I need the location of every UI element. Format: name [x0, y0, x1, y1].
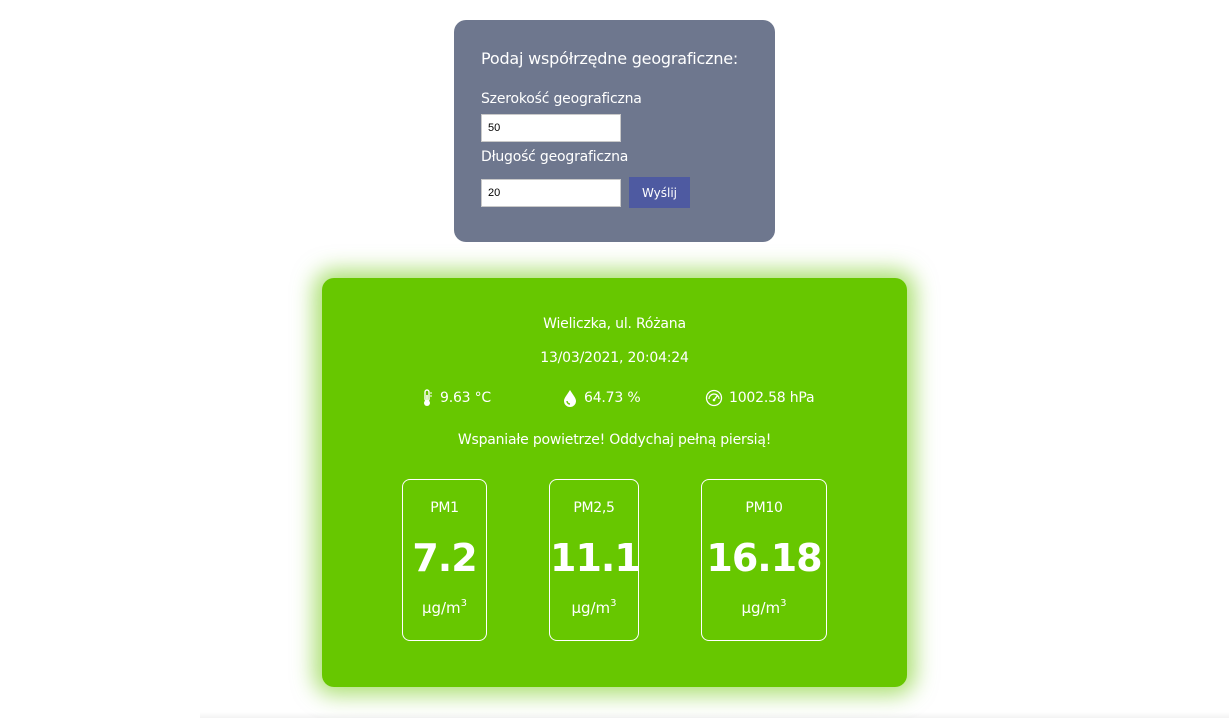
pm1-unit: μg/m3: [403, 598, 486, 618]
coordinates-form: Podaj współrzędne geograficzne: Szerokoś…: [454, 20, 775, 242]
gauge-icon: [705, 389, 723, 407]
pm1-value: 7.2: [412, 536, 477, 580]
pm10-unit: μg/m3: [702, 598, 826, 618]
longitude-label: Długość geograficzna: [481, 149, 629, 165]
air-quality-message: Wspaniałe powietrze! Oddychaj pełną pier…: [457, 432, 772, 448]
droplet-icon: [564, 390, 576, 407]
pm1-unit-base: μg/m: [421, 599, 461, 617]
pressure-value: 1002.58 hPa: [729, 390, 815, 406]
pm1-unit-exponent: 3: [460, 598, 468, 609]
page: Podaj współrzędne geograficzne: Szerokoś…: [0, 0, 1229, 718]
temperature-reading: 9.63 °C: [420, 387, 491, 409]
humidity-reading: 64.73 %: [562, 387, 641, 409]
pm25-card: PM2,5 11.1 μg/m3: [549, 479, 641, 641]
temperature-value: 9.63 °C: [440, 390, 491, 406]
longitude-row: Wyślij: [481, 177, 748, 208]
station-location: Wieliczka, ul. Różana: [543, 316, 686, 332]
measurement-datetime: 13/03/2021, 20:04:24: [540, 350, 689, 366]
pm25-value: 11.1: [550, 536, 641, 580]
pm25-unit-base: μg/m: [571, 599, 611, 617]
air-quality-panel: Wieliczka, ul. Różana 13/03/2021, 20:04:…: [322, 278, 907, 687]
pm10-label: PM10: [745, 500, 783, 516]
pm1-card: PM1 7.2 μg/m3: [402, 479, 487, 641]
pm10-card: PM10 16.18 μg/m3: [701, 479, 827, 641]
weather-readings: 9.63 °C 64.73 % 1002.58 hPa: [322, 387, 907, 409]
pm1-label: PM1: [430, 500, 459, 516]
latitude-label: Szerokość geograficzna: [481, 91, 642, 107]
humidity-value: 64.73 %: [584, 390, 641, 406]
pm25-unit-exponent: 3: [610, 598, 617, 609]
pm25-unit: μg/m3: [550, 598, 638, 618]
pm10-unit-exponent: 3: [780, 598, 787, 609]
pressure-reading: 1002.58 hPa: [705, 387, 815, 409]
longitude-input[interactable]: [481, 178, 621, 207]
form-title: Podaj współrzędne geograficzne:: [481, 49, 739, 68]
submit-button[interactable]: Wyślij: [629, 177, 690, 208]
pm25-label: PM2,5: [573, 500, 615, 516]
bottom-shadow: [200, 712, 1229, 718]
pm10-value: 16.18: [706, 536, 822, 580]
pm10-unit-base: μg/m: [741, 599, 781, 617]
latitude-input[interactable]: [481, 114, 621, 142]
thermometer-icon: [424, 389, 432, 406]
